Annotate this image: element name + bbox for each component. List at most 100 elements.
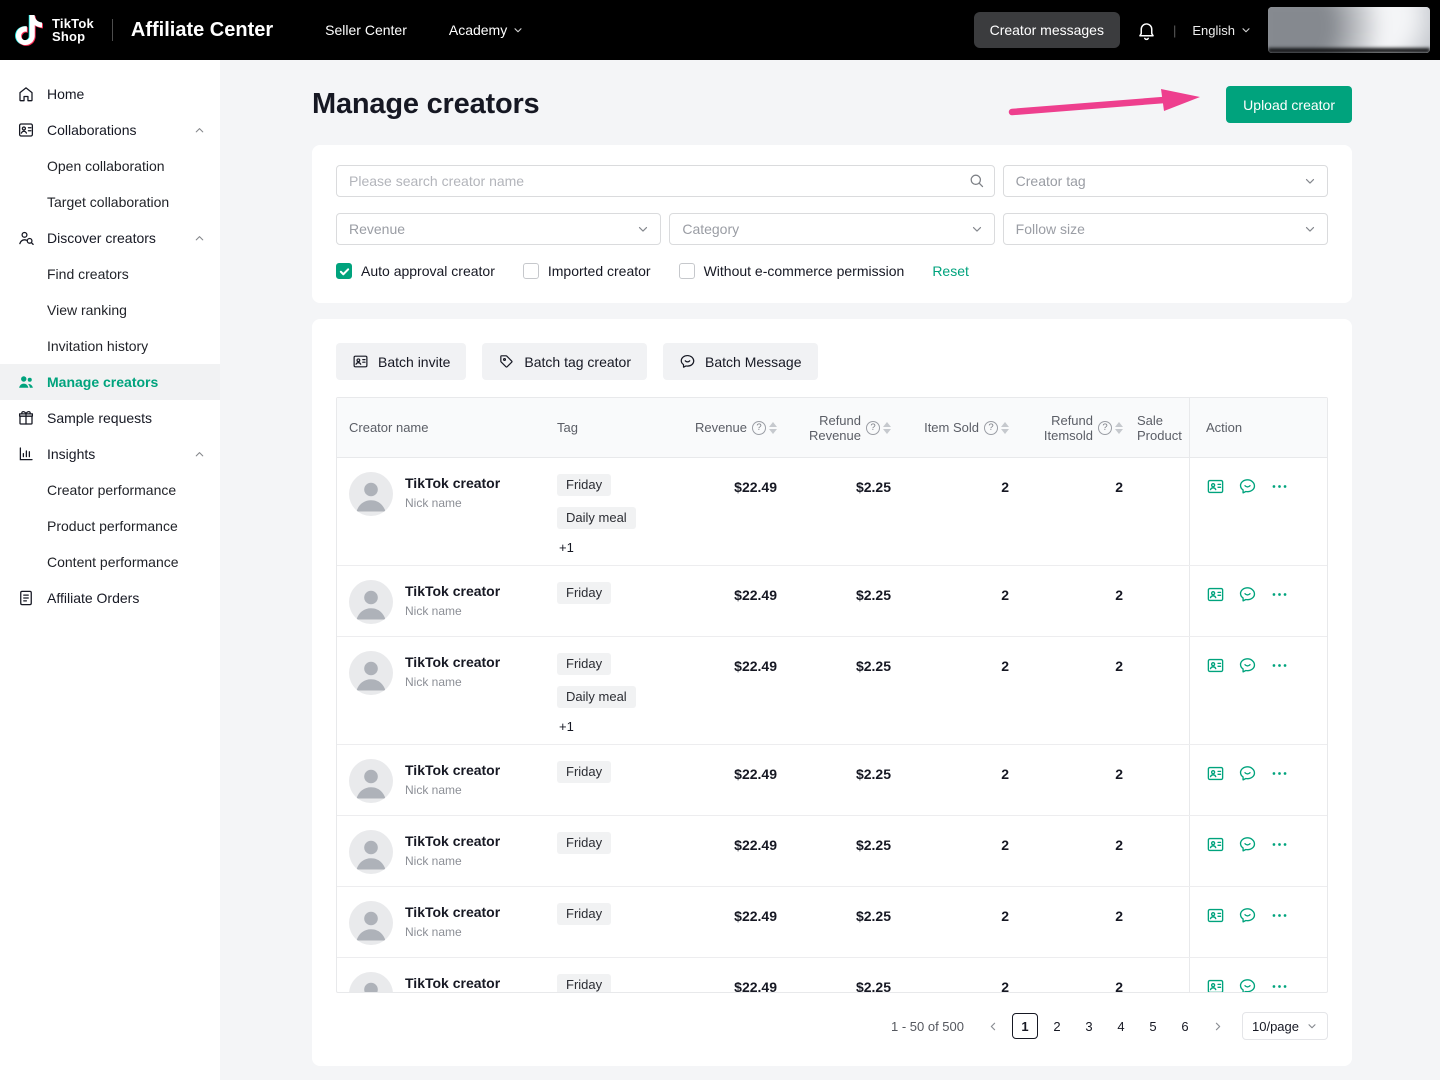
pagination-pages: 123456 [1012,1013,1198,1039]
column-header-refund-revenue[interactable]: Refund Revenue? [777,398,891,457]
tag-cell: Friday [557,958,687,992]
chat-icon[interactable] [1238,764,1257,783]
more-icon[interactable] [1270,477,1289,496]
next-page-button[interactable] [1204,1013,1230,1039]
item-sold-cell: 2 [891,816,1009,886]
sidebar-item-affiliate-orders[interactable]: Affiliate Orders [0,580,220,616]
chat-icon[interactable] [1238,977,1257,992]
sort-icon[interactable] [1115,422,1123,434]
tiktok-shop-logo[interactable]: TikTok Shop [14,14,94,46]
creator-name[interactable]: TikTok creator [405,654,500,670]
select-creator-tag[interactable]: Creator tag [1003,165,1328,197]
chat-icon[interactable] [1238,835,1257,854]
select-category[interactable]: Category [669,213,994,245]
column-label: Creator name [349,420,428,435]
select-value: Follow size [1016,221,1085,237]
help-icon[interactable]: ? [752,421,766,435]
contact-card-icon [352,353,369,370]
sort-icon[interactable] [769,422,777,434]
more-icon[interactable] [1270,656,1289,675]
more-icon[interactable] [1270,906,1289,925]
checkbox-auto-approval-creator[interactable]: Auto approval creator [336,263,495,279]
help-icon[interactable]: ? [1098,421,1112,435]
reset-button[interactable]: Reset [932,263,969,279]
upload-creator-button[interactable]: Upload creator [1226,86,1352,123]
page-button-3[interactable]: 3 [1076,1013,1102,1039]
page-button-2[interactable]: 2 [1044,1013,1070,1039]
checkbox-without-e-commerce-permission[interactable]: Without e-commerce permission [679,263,905,279]
account-avatar[interactable] [1268,7,1430,53]
sidebar-item-invitation-history[interactable]: Invitation history [0,328,220,364]
creator-nickname: Nick name [405,675,500,689]
creator-name[interactable]: TikTok creator [405,475,500,491]
more-icon[interactable] [1270,835,1289,854]
batch-button-batch-invite[interactable]: Batch invite [336,343,466,380]
page-button-4[interactable]: 4 [1108,1013,1134,1039]
contact-card-icon[interactable] [1206,835,1225,854]
sidebar-item-home[interactable]: Home [0,76,220,112]
sidebar-item-content-performance[interactable]: Content performance [0,544,220,580]
more-tags-label[interactable]: +1 [557,719,574,734]
batch-button-label: Batch Message [705,354,802,370]
sidebar-item-creator-performance[interactable]: Creator performance [0,472,220,508]
more-tags-label[interactable]: +1 [557,540,574,555]
contact-card-icon[interactable] [1206,977,1225,992]
checkbox-imported-creator[interactable]: Imported creator [523,263,651,279]
sidebar-item-sample-requests[interactable]: Sample requests [0,400,220,436]
tag-icon [498,353,515,370]
more-icon[interactable] [1270,764,1289,783]
creator-name[interactable]: TikTok creator [405,583,500,599]
sale-product-cell [1123,816,1189,886]
column-header-refund-itemsold[interactable]: Refund Itemsold? [1009,398,1123,457]
sidebar-item-find-creators[interactable]: Find creators [0,256,220,292]
sidebar-item-target-collaboration[interactable]: Target collaboration [0,184,220,220]
more-icon[interactable] [1270,585,1289,604]
chat-icon[interactable] [1238,656,1257,675]
creator-name[interactable]: TikTok creator [405,904,500,920]
sidebar-item-view-ranking[interactable]: View ranking [0,292,220,328]
batch-button-batch-message[interactable]: Batch Message [663,343,818,380]
creator-name[interactable]: TikTok creator [405,762,500,778]
sidebar-item-open-collaboration[interactable]: Open collaboration [0,148,220,184]
chat-icon[interactable] [1238,585,1257,604]
previous-page-button[interactable] [980,1013,1006,1039]
creator-name[interactable]: TikTok creator [405,833,500,849]
creator-name[interactable]: TikTok creator [405,975,500,991]
column-header-item-sold[interactable]: Item Sold? [891,398,1009,457]
select-revenue[interactable]: Revenue [336,213,661,245]
sort-icon[interactable] [883,422,891,434]
language-selector[interactable]: English [1192,23,1252,38]
nav-academy[interactable]: Academy [449,22,524,38]
tag-chip: Friday [557,761,611,783]
sort-icon[interactable] [1001,422,1009,434]
chat-icon[interactable] [1238,477,1257,496]
sidebar-item-collaborations[interactable]: Collaborations [0,112,220,148]
creator-search-input[interactable] [336,165,995,197]
page-button-1[interactable]: 1 [1012,1013,1038,1039]
creator-messages-button[interactable]: Creator messages [974,12,1120,48]
sidebar-item-manage-creators[interactable]: Manage creators [0,364,220,400]
sidebar-item-insights[interactable]: Insights [0,436,220,472]
select-follow-size[interactable]: Follow size [1003,213,1328,245]
column-header-revenue[interactable]: Revenue? [687,398,777,457]
pagination-range: 1 - 50 of 500 [891,1019,964,1034]
chat-icon[interactable] [1238,906,1257,925]
more-icon[interactable] [1270,977,1289,992]
search-icon[interactable] [968,172,985,189]
sidebar-item-discover-creators[interactable]: Discover creators [0,220,220,256]
page-button-5[interactable]: 5 [1140,1013,1166,1039]
help-icon[interactable]: ? [866,421,880,435]
contact-card-icon[interactable] [1206,656,1225,675]
contact-card-icon[interactable] [1206,477,1225,496]
contact-card-icon[interactable] [1206,906,1225,925]
help-icon[interactable]: ? [984,421,998,435]
sidebar-item-product-performance[interactable]: Product performance [0,508,220,544]
page-size-select[interactable]: 10/page [1242,1012,1328,1040]
batch-button-batch-tag-creator[interactable]: Batch tag creator [482,343,647,380]
notifications-bell-icon[interactable] [1136,20,1157,41]
page-button-6[interactable]: 6 [1172,1013,1198,1039]
contact-card-icon[interactable] [1206,764,1225,783]
nav-seller-center[interactable]: Seller Center [325,22,407,38]
contact-card-icon[interactable] [1206,585,1225,604]
column-label: Sale Product [1137,413,1189,443]
